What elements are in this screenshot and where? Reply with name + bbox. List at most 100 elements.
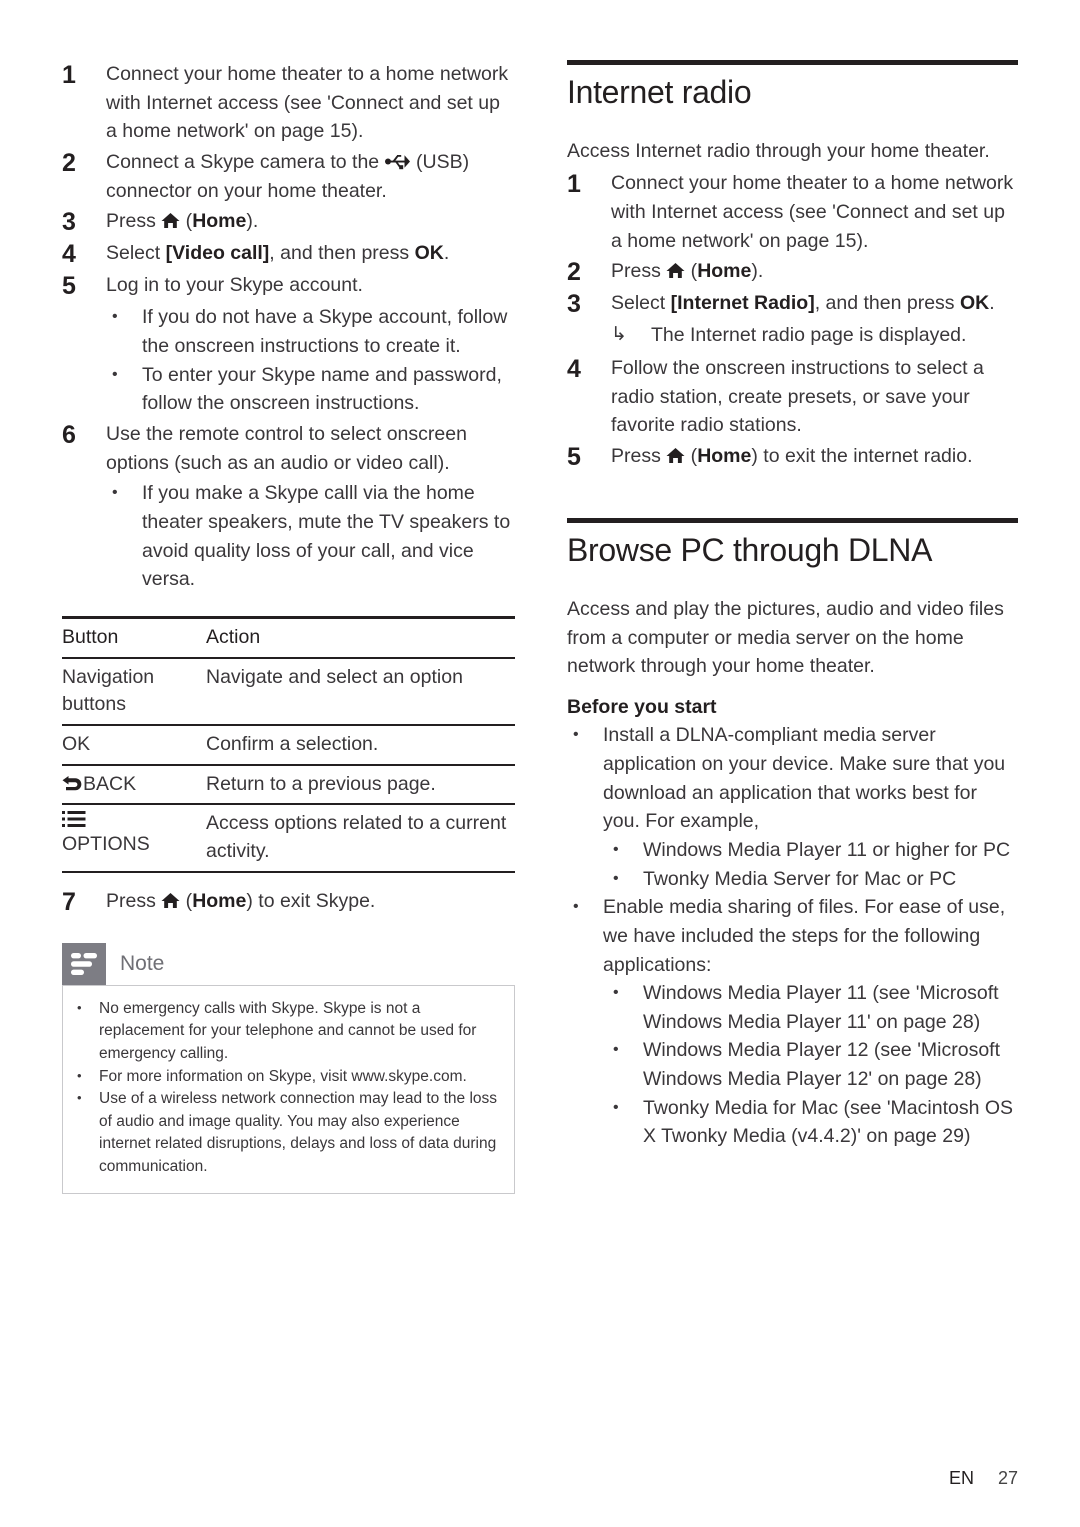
step-text: Connect a Skype camera to the (USB) conn…: [106, 150, 470, 202]
list-item: • Enable media sharing of files. For eas…: [567, 893, 1018, 979]
cell-button: BACK: [62, 765, 206, 805]
internet-radio-steps-list: 1 Connect your home theater to a home ne…: [567, 169, 1018, 319]
home-icon: [161, 212, 180, 229]
note-callout: Note • No emergency calls with Skype. Sk…: [62, 942, 515, 1194]
internet-radio-steps-list-cont: 4 Follow the onscreen instructions to se…: [567, 354, 1018, 472]
step-item: 2 Connect a Skype camera to the (USB) co…: [62, 148, 515, 205]
bullet-dot-icon: •: [77, 999, 82, 1015]
note-icon: [62, 942, 106, 985]
bullet-text: Windows Media Player 12 (see 'Microsoft …: [643, 1039, 1001, 1091]
bullet-dot-icon: •: [613, 1041, 619, 1059]
section-divider: [567, 60, 1018, 65]
step-number: 3: [62, 208, 76, 237]
table-body: Navigation buttons Navigate and select a…: [62, 657, 515, 872]
step-text: Log in to your Skype account.: [106, 274, 363, 297]
page-footer: EN 27: [949, 1468, 1018, 1489]
list-item: • If you do not have a Skype account, fo…: [106, 303, 515, 360]
bullet-dot-icon: •: [613, 869, 619, 887]
bullet-text: Windows Media Player 11 or higher for PC: [643, 838, 1011, 861]
page-title-internet-radio: Internet radio: [567, 74, 752, 110]
step-number: 3: [567, 290, 581, 319]
list-item: • Windows Media Player 11 (see 'Microsof…: [607, 979, 1018, 1036]
table-row: OK Confirm a selection.: [62, 724, 515, 765]
result-arrow-icon: ↳: [611, 324, 627, 346]
step-item: 6 Use the remote control to select onscr…: [62, 420, 515, 477]
list-item: • Twonky Media Server for Mac or PC: [607, 865, 1018, 894]
list-item: • Windows Media Player 12 (see 'Microsof…: [607, 1036, 1018, 1093]
table-header-row: Button Action: [62, 617, 515, 658]
bullet-dot-icon: •: [77, 1090, 82, 1106]
column-header-action: Action: [206, 625, 261, 648]
step-item: 1 Connect your home theater to a home ne…: [62, 60, 515, 146]
list-item: • For more information on Skype, visit w…: [73, 1066, 500, 1089]
bullet-text: If you make a Skype calll via the home t…: [142, 482, 511, 591]
bullet-dot-icon: •: [613, 984, 619, 1002]
skype-steps-list: 1 Connect your home theater to a home ne…: [62, 60, 515, 301]
step-text: Press (Home) to exit the internet radio.: [611, 445, 973, 468]
cell-button: OK: [62, 732, 91, 755]
step-text: Connect your home theater to a home netw…: [611, 172, 1014, 252]
step5-bullet-list: • If you do not have a Skype account, fo…: [106, 303, 515, 418]
step-text: Select [Video call], and then press OK.: [106, 242, 450, 265]
table-header: Button Action: [62, 617, 515, 658]
right-column: Internet radio Access Internet radio thr…: [567, 60, 1018, 1151]
list-item: • Twonky Media for Mac (see 'Macintosh O…: [607, 1094, 1018, 1151]
step-item: 5 Press (Home) to exit the internet radi…: [567, 442, 1018, 472]
two-column-layout: 1 Connect your home theater to a home ne…: [62, 60, 1018, 1194]
subheading-before-you-start: Before you start: [567, 695, 717, 718]
back-arrow-icon: [62, 775, 83, 792]
step-number: 5: [62, 272, 76, 301]
page-title-dlna: Browse PC through DLNA: [567, 532, 933, 569]
list-item: • No emergency calls with Skype. Skype i…: [73, 998, 500, 1066]
bullet-dot-icon: •: [112, 484, 118, 502]
bullet-text: If you do not have a Skype account, foll…: [142, 306, 508, 357]
step-number: 2: [567, 258, 581, 287]
dlna-bullet-list-2: • Enable media sharing of files. For eas…: [567, 893, 1018, 979]
step-item: 3 Press (Home).: [62, 207, 515, 237]
bullet-dot-icon: •: [573, 726, 579, 744]
bullet-dot-icon: •: [613, 1098, 619, 1116]
usb-icon: [384, 153, 411, 170]
footer-language: EN: [948, 1468, 974, 1488]
dlna-bullet1-sublist: • Windows Media Player 11 or higher for …: [607, 836, 1018, 893]
home-icon: [666, 262, 685, 279]
step-text: Connect your home theater to a home netw…: [106, 63, 509, 143]
footer-page-number: 27: [997, 1468, 1018, 1488]
cell-button: Navigation buttons: [62, 665, 155, 716]
bullet-text: Twonky Media for Mac (see 'Macintosh OS …: [643, 1096, 1014, 1148]
column-header-button: Button: [62, 625, 119, 648]
left-column: 1 Connect your home theater to a home ne…: [62, 60, 515, 1194]
step-text: Press (Home).: [611, 260, 764, 283]
cell-button-label: BACK: [83, 772, 137, 795]
bullet-text: Twonky Media Server for Mac or PC: [643, 867, 957, 890]
step-text: Press (Home).: [106, 210, 259, 233]
dlna-bullet-list: • Install a DLNA-compliant media server …: [567, 721, 1018, 836]
step6-bullet-list: • If you make a Skype calll via the home…: [106, 479, 515, 594]
cell-button: OPTIONS: [62, 804, 206, 871]
table-row: BACK Return to a previous page.: [62, 764, 515, 805]
bullet-dot-icon: •: [613, 840, 619, 858]
intro-paragraph: Access and play the pictures, audio and …: [567, 597, 1004, 678]
result-text: The Internet radio page is displayed.: [651, 324, 967, 347]
options-list-icon: [62, 810, 198, 828]
intro-paragraph: Access Internet radio through your home …: [567, 139, 990, 162]
cell-action: Return to a previous page.: [206, 772, 436, 795]
bullet-text: No emergency calls with Skype. Skype is …: [99, 999, 477, 1062]
step-item: 7 Press (Home) to exit Skype.: [62, 887, 515, 917]
step-number: 1: [567, 170, 581, 199]
step-text: Select [Internet Radio], and then press …: [611, 292, 995, 315]
list-item: • Windows Media Player 11 or higher for …: [607, 836, 1018, 865]
cell-action: Access options related to a current acti…: [206, 812, 507, 862]
table-row: OPTIONS Access options related to a curr…: [62, 804, 515, 872]
step-result: ↳ The Internet radio page is displayed.: [611, 321, 1018, 350]
list-item: • Use of a wireless network connection m…: [73, 1088, 500, 1179]
cell-action: Navigate and select an option: [206, 665, 463, 688]
bullet-text: To enter your Skype name and password, f…: [142, 363, 502, 415]
home-icon: [666, 447, 685, 464]
list-item: • Install a DLNA-compliant media server …: [567, 721, 1018, 836]
step-item: 1 Connect your home theater to a home ne…: [567, 169, 1018, 255]
dlna-bullet2-sublist: • Windows Media Player 11 (see 'Microsof…: [607, 979, 1018, 1151]
bullet-text: For more information on Skype, visit www…: [99, 1067, 467, 1085]
bullet-text: Windows Media Player 11 (see 'Microsoft …: [643, 982, 999, 1033]
